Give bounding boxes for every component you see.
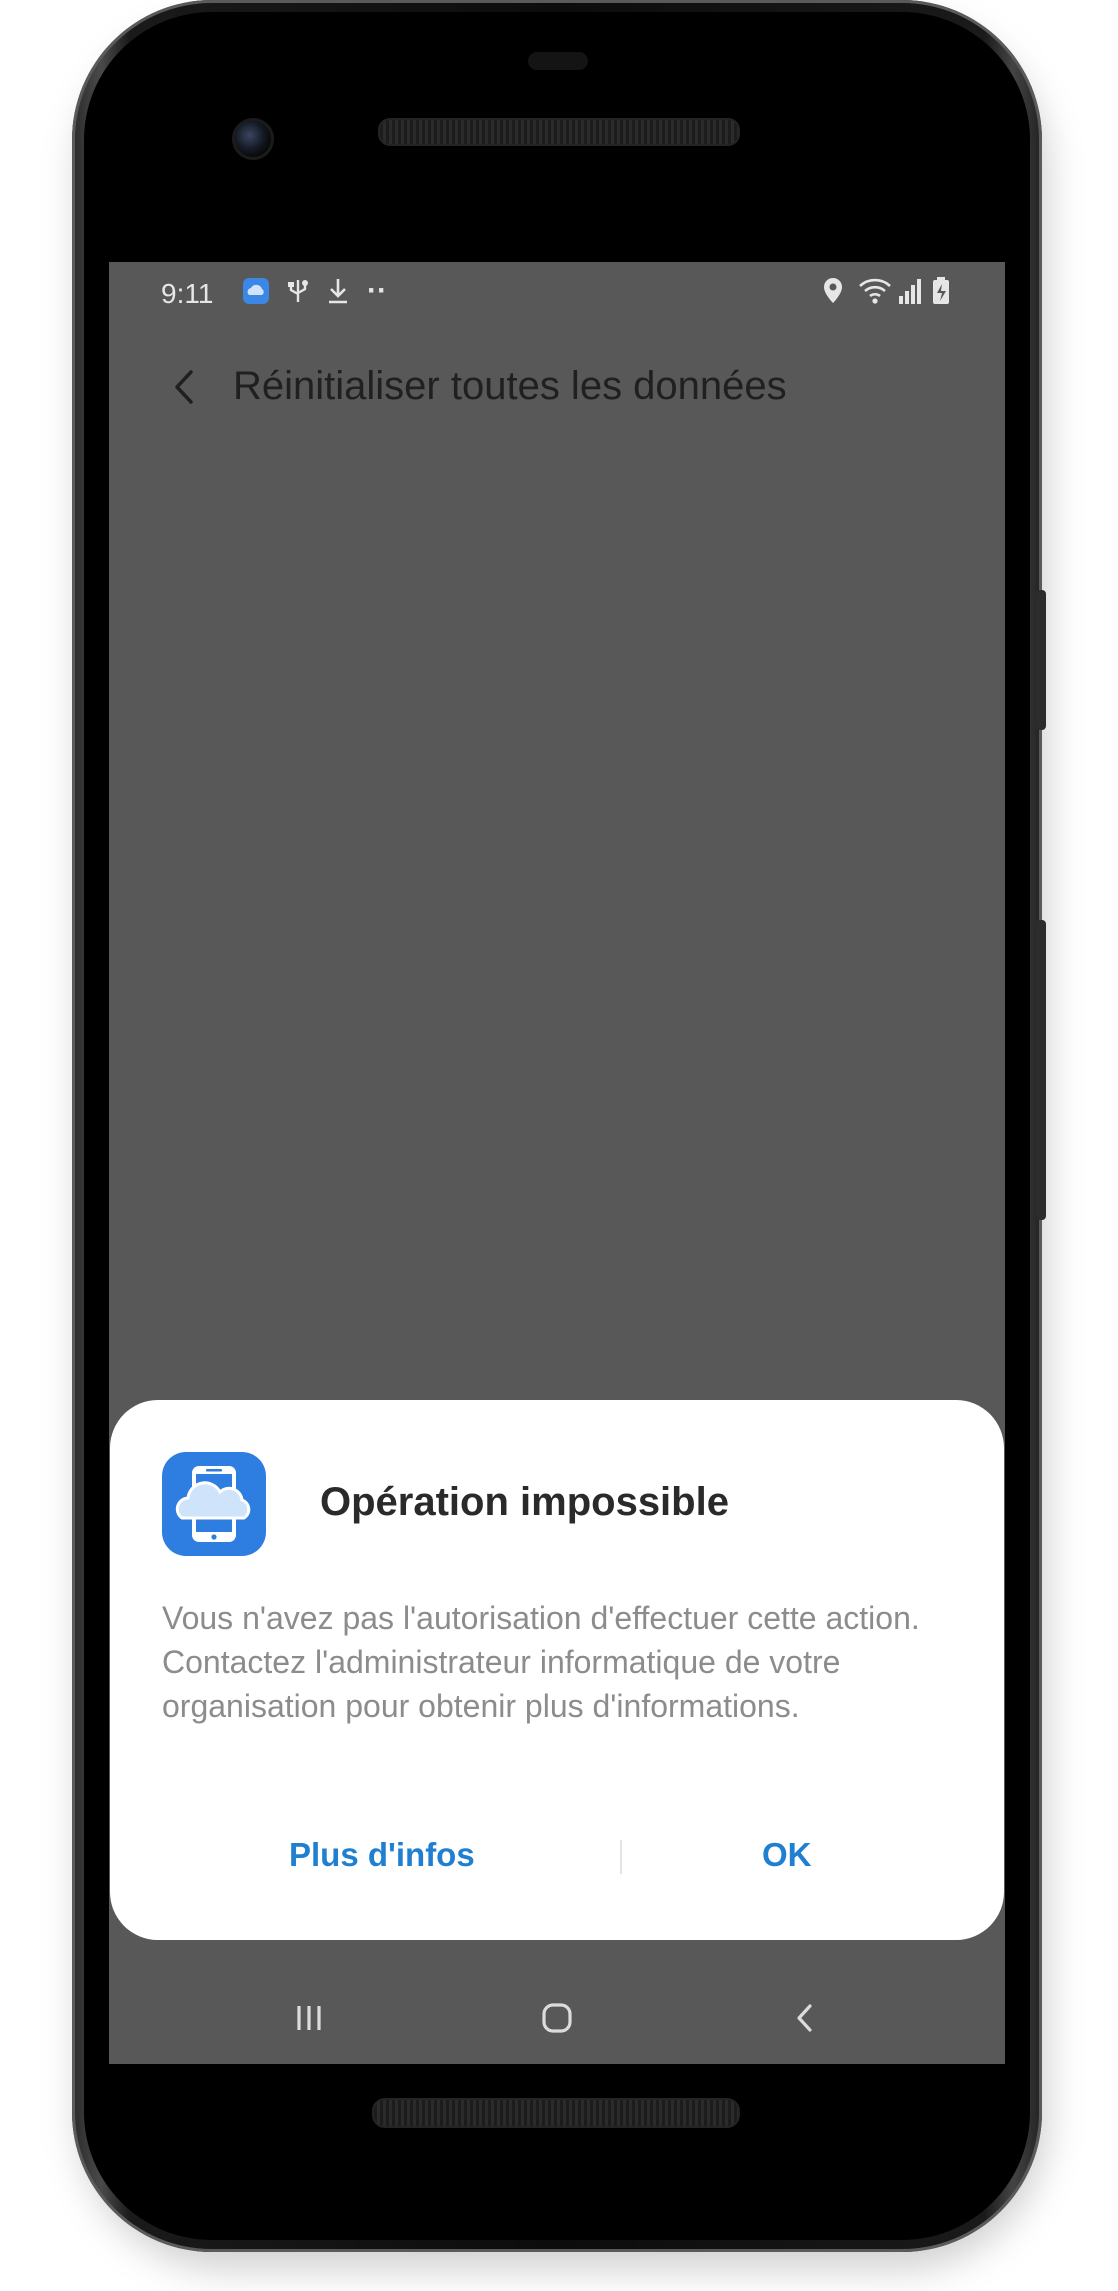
volume-button <box>1036 920 1046 1220</box>
chevron-left-icon[interactable] <box>165 362 205 412</box>
more-dots-icon: ·· <box>367 274 387 307</box>
earpiece-speaker <box>378 118 740 146</box>
back-icon[interactable] <box>785 1998 825 2038</box>
app-notification-icon <box>243 278 269 304</box>
navigation-bar <box>109 1978 1005 2064</box>
dialog-message: Vous n'avez pas l'autorisation d'effectu… <box>162 1600 920 1724</box>
page-title: Réinitialiser toutes les données <box>233 364 787 408</box>
error-dialog: Opération impossible Vous n'avez pas l'a… <box>110 1400 1004 1940</box>
power-button <box>1036 590 1046 730</box>
proximity-sensor <box>528 52 588 70</box>
status-time: 9:11 <box>161 278 214 309</box>
download-icon <box>329 279 347 304</box>
home-icon[interactable] <box>537 1998 577 2038</box>
wifi-icon <box>859 278 891 304</box>
front-camera <box>232 118 274 160</box>
recent-apps-icon[interactable] <box>289 1998 329 2038</box>
dialog-title: Opération impossible <box>320 1480 729 1524</box>
more-info-button[interactable]: Plus d'infos <box>289 1836 475 1874</box>
ok-button[interactable]: OK <box>762 1836 812 1874</box>
cloud-device-icon <box>162 1452 266 1556</box>
bottom-speaker <box>372 2098 740 2128</box>
battery-icon <box>933 277 949 304</box>
button-divider <box>620 1840 622 1874</box>
signal-icon <box>899 279 921 304</box>
location-icon <box>824 278 842 303</box>
phone-screen: 9:11 ·· Réinitialiser toutes les données… <box>109 262 1005 2064</box>
app-bar: Réinitialiser toutes les données <box>109 342 1005 432</box>
status-bar: 9:11 ·· <box>109 262 1005 326</box>
usb-icon <box>288 280 308 302</box>
